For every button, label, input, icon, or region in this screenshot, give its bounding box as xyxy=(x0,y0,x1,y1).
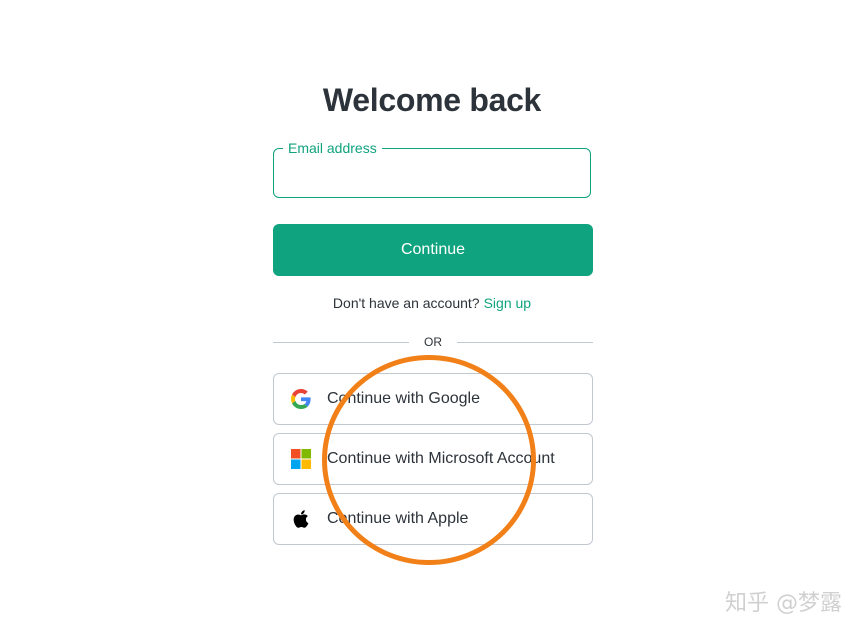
signup-prompt: Don't have an account? Sign up xyxy=(0,295,864,311)
microsoft-button-label: Continue with Microsoft Account xyxy=(327,450,555,467)
sign-up-link[interactable]: Sign up xyxy=(484,295,531,311)
watermark: 知乎 @梦露 xyxy=(725,591,842,616)
continue-button[interactable]: Continue xyxy=(273,224,593,276)
continue-with-google-button[interactable]: Continue with Google xyxy=(273,373,593,425)
microsoft-icon xyxy=(291,449,311,469)
page-title: Welcome back xyxy=(322,82,542,118)
continue-with-microsoft-button[interactable]: Continue with Microsoft Account xyxy=(273,433,593,485)
continue-with-apple-button[interactable]: Continue with Apple xyxy=(273,493,593,545)
signup-prompt-text: Don't have an account? xyxy=(332,295,480,311)
login-page: Welcome back Email address Continue Don'… xyxy=(0,0,864,639)
divider-line-left xyxy=(273,341,409,343)
google-icon xyxy=(291,389,311,409)
email-field[interactable]: Email address xyxy=(273,140,591,198)
apple-icon xyxy=(291,509,311,529)
google-button-label: Continue with Google xyxy=(327,390,480,407)
apple-button-label: Continue with Apple xyxy=(327,510,469,527)
email-input[interactable] xyxy=(274,149,590,197)
divider-line-right xyxy=(457,341,593,343)
or-divider: OR xyxy=(273,334,593,350)
divider-label: OR xyxy=(424,335,442,349)
